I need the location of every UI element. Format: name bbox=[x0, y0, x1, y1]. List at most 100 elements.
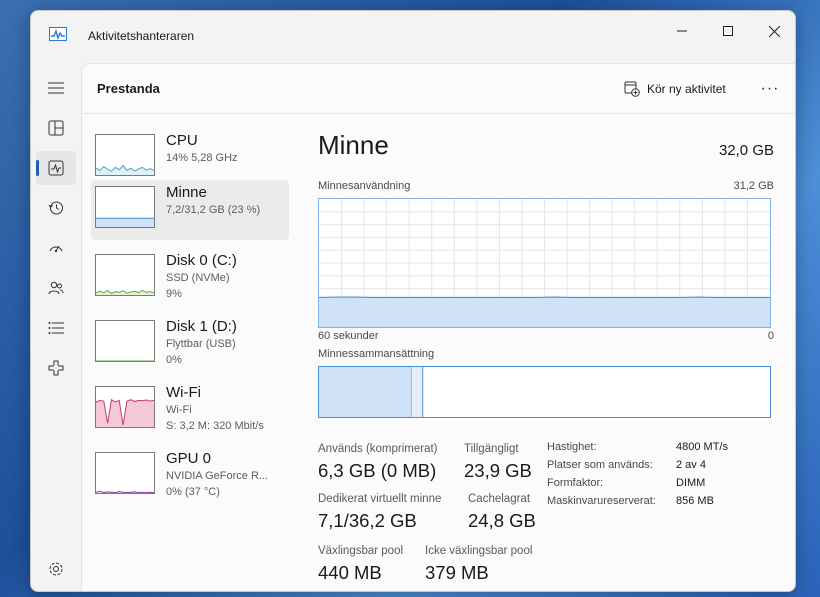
minimize-button[interactable] bbox=[659, 16, 705, 46]
nav-startup-apps[interactable] bbox=[36, 231, 76, 265]
paged-pool-label: Växlingsbar pool bbox=[318, 545, 404, 557]
run-new-task-icon bbox=[624, 81, 640, 97]
nav-details[interactable] bbox=[36, 311, 76, 345]
device-subtext: 7,2/31,2 GB (23 %) bbox=[166, 204, 261, 216]
device-subtext: 9% bbox=[166, 288, 182, 300]
performance-icon bbox=[48, 160, 64, 176]
slots-used-key: Platser som används: bbox=[547, 459, 653, 471]
nav-performance[interactable] bbox=[36, 151, 76, 185]
device-item-disk-1[interactable]: Disk 1 (D:) Flyttbar (USB) 0% bbox=[91, 314, 289, 374]
device-item-gpu-0[interactable]: GPU 0 NVIDIA GeForce R... 0% (37 °C) bbox=[91, 446, 289, 506]
maximize-icon bbox=[723, 26, 733, 36]
processes-icon bbox=[48, 120, 64, 136]
device-thumbnail-graph bbox=[95, 452, 155, 494]
form-factor-key: Formfaktor: bbox=[547, 477, 604, 489]
device-thumbnail-svg bbox=[96, 490, 154, 493]
memory-composition-label: Minnessammansättning bbox=[318, 348, 435, 360]
main-content: Prestanda Kör ny aktivitet ··· CPU 14% 5,… bbox=[81, 63, 795, 591]
device-thumbnail-graph bbox=[95, 134, 155, 176]
device-name: Disk 0 (C:) bbox=[166, 252, 237, 269]
device-thumbnail-svg bbox=[96, 360, 154, 361]
close-button[interactable] bbox=[751, 16, 795, 46]
slots-used-value: 2 av 4 bbox=[676, 459, 706, 471]
device-name: CPU bbox=[166, 132, 198, 149]
device-subtext: NVIDIA GeForce R... bbox=[166, 470, 269, 482]
window-title: Aktivitetshanteraren bbox=[88, 29, 195, 43]
device-name: Disk 1 (D:) bbox=[166, 318, 237, 335]
device-subtext: 14% 5,28 GHz bbox=[166, 152, 238, 164]
device-subtext: Wi-Fi bbox=[166, 404, 192, 416]
memory-composition-svg bbox=[319, 367, 424, 417]
nav-app-history[interactable] bbox=[36, 191, 76, 225]
maximize-button[interactable] bbox=[705, 16, 751, 46]
committed-label: Dedikerat virtuellt minne bbox=[318, 493, 442, 505]
cached-label: Cachelagrat bbox=[468, 493, 531, 505]
memory-usage-label: Minnesanvändning bbox=[318, 180, 411, 192]
speed-value: 4800 MT/s bbox=[676, 441, 728, 453]
hardware-reserved-value: 856 MB bbox=[676, 495, 714, 507]
total-memory: 32,0 GB bbox=[718, 142, 774, 159]
nonpaged-pool-label: Icke växlingsbar pool bbox=[425, 545, 533, 557]
committed-value: 7,1/36,2 GB bbox=[318, 510, 417, 531]
device-name: Wi-Fi bbox=[166, 384, 201, 401]
settings-gear-icon bbox=[49, 562, 63, 576]
device-item-cpu[interactable]: CPU 14% 5,28 GHz bbox=[91, 128, 289, 188]
device-thumbnail-svg bbox=[96, 398, 154, 427]
available-value: 23,9 GB bbox=[464, 460, 532, 481]
device-thumbnail-graph bbox=[95, 186, 155, 228]
cached-value: 24,8 GB bbox=[468, 510, 536, 531]
device-subtext: Flyttbar (USB) bbox=[166, 338, 236, 350]
in-use-label: Används (komprimerat) bbox=[318, 443, 438, 455]
device-item-wifi[interactable]: Wi-Fi Wi-Fi S: 3,2 M: 320 Mbit/s bbox=[91, 380, 289, 440]
thumbnail-area bbox=[96, 218, 154, 227]
page-header: Prestanda Kör ny aktivitet ··· bbox=[82, 64, 795, 114]
device-name: Minne bbox=[166, 184, 207, 201]
nav-processes[interactable] bbox=[36, 111, 76, 145]
device-item-memory[interactable]: Minne 7,2/31,2 GB (23 %) bbox=[91, 180, 289, 240]
page-title: Prestanda bbox=[97, 81, 160, 96]
speed-key: Hastighet: bbox=[547, 441, 597, 453]
device-subtext: S: 3,2 M: 320 Mbit/s bbox=[166, 420, 264, 432]
device-subtext: SSD (NVMe) bbox=[166, 272, 230, 284]
available-label: Tillgängligt bbox=[464, 443, 519, 455]
device-thumbnail-graph bbox=[95, 386, 155, 428]
hamburger-menu-icon bbox=[48, 82, 64, 94]
run-new-task-button[interactable]: Kör ny aktivitet bbox=[624, 78, 726, 100]
services-icon bbox=[48, 360, 64, 376]
navigation-rail bbox=[31, 65, 81, 591]
device-subtext: 0% (37 °C) bbox=[166, 486, 220, 498]
thumbnail-line bbox=[96, 490, 154, 493]
memory-composition-bar bbox=[318, 366, 771, 418]
app-history-icon bbox=[48, 201, 63, 215]
device-item-disk-0[interactable]: Disk 0 (C:) SSD (NVMe) 9% bbox=[91, 248, 289, 308]
memory-usage-area bbox=[319, 297, 770, 327]
device-thumbnail-svg bbox=[96, 289, 154, 295]
paged-pool-value: 440 MB bbox=[318, 562, 382, 583]
memory-usage-max: 31,2 GB bbox=[733, 180, 774, 192]
device-name: GPU 0 bbox=[166, 450, 212, 467]
task-manager-window: Aktivitetshanteraren Prestanda Kör ny ak… bbox=[30, 10, 796, 592]
device-thumbnail-svg bbox=[96, 164, 154, 175]
nav-settings[interactable] bbox=[36, 552, 76, 586]
x-axis-left-label: 60 sekunder bbox=[318, 330, 379, 342]
memory-usage-chart-svg bbox=[318, 199, 770, 327]
nav-hamburger-button[interactable] bbox=[36, 71, 76, 105]
device-thumbnail-graph bbox=[95, 320, 155, 362]
users-icon bbox=[48, 281, 64, 295]
composition-modified-segment bbox=[411, 367, 423, 417]
device-thumbnail-svg bbox=[96, 217, 154, 227]
details-icon bbox=[48, 322, 64, 334]
more-options-button[interactable]: ··· bbox=[758, 77, 782, 101]
detail-title: Minne bbox=[318, 130, 389, 160]
hardware-reserved-key: Maskinvarureserverat: bbox=[547, 495, 656, 507]
title-bar[interactable]: Aktivitetshanteraren bbox=[31, 11, 795, 57]
nonpaged-pool-value: 379 MB bbox=[425, 562, 489, 583]
x-axis-right-label: 0 bbox=[767, 330, 774, 342]
task-manager-app-icon bbox=[49, 27, 67, 41]
startup-apps-icon bbox=[49, 245, 63, 253]
form-factor-value: DIMM bbox=[676, 477, 706, 489]
nav-services[interactable] bbox=[36, 351, 76, 385]
nav-users[interactable] bbox=[36, 271, 76, 305]
device-thumbnail-graph bbox=[95, 254, 155, 296]
memory-usage-chart bbox=[318, 198, 771, 328]
